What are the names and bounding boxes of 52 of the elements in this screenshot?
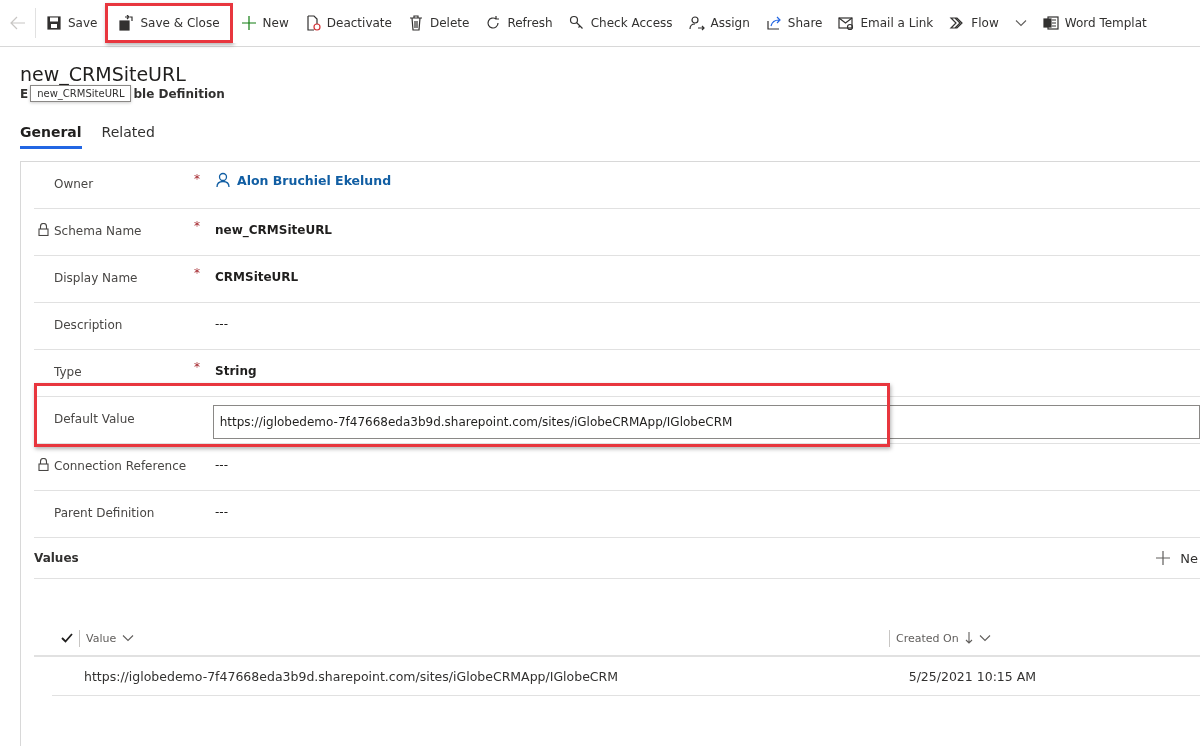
record-subtitle: E xyxy=(20,86,29,101)
required-mark: * xyxy=(194,359,201,374)
field-label: Default Value xyxy=(54,411,136,428)
section-title: Values xyxy=(34,551,79,565)
field-value: CRMSiteURL xyxy=(215,269,299,284)
field-value: --- xyxy=(215,504,228,519)
required-mark: * xyxy=(194,171,201,186)
envelope-link-icon xyxy=(838,15,855,31)
field-value: new_CRMSiteURL xyxy=(215,222,333,237)
field-label: Display Name xyxy=(54,270,139,287)
new-value-button[interactable]: Ne xyxy=(1156,550,1198,566)
field-label: Type xyxy=(54,364,83,381)
owner-link[interactable]: Alon Bruchiel Ekelund xyxy=(215,162,392,188)
table-cell-text: https://iglobedemo-7f47668eda3b9d.sharepoint.com/sites/iGlobeCRMApp/IGlobeCRM xyxy=(83,668,620,684)
required-mark: * xyxy=(194,218,201,233)
column-header[interactable]: Value xyxy=(79,629,889,647)
chevron-down-icon xyxy=(978,634,991,642)
field-label: Parent Definition xyxy=(54,505,156,522)
record-title: new_CRMSiteURL xyxy=(20,63,187,85)
tab[interactable]: General xyxy=(20,124,82,149)
field-value: --- xyxy=(215,457,228,472)
refresh-icon xyxy=(485,15,502,31)
required-mark: * xyxy=(194,265,201,280)
field-label: Schema Name xyxy=(54,223,143,240)
person-icon xyxy=(215,172,231,188)
arrow-left-icon xyxy=(9,16,26,30)
tab[interactable]: Related xyxy=(101,124,155,149)
field-value: String xyxy=(215,363,257,378)
toolbar-button[interactable]: Save & Close xyxy=(105,3,233,43)
field-label: Description xyxy=(54,317,124,334)
share-icon xyxy=(765,15,782,31)
person-arrow-icon xyxy=(688,15,705,31)
column-header[interactable]: Created On xyxy=(889,629,1189,647)
plus-icon xyxy=(240,15,257,31)
field-label: Owner xyxy=(54,176,95,193)
checkmark-icon[interactable] xyxy=(61,633,73,643)
floppy-disk-arrows-icon xyxy=(118,15,135,31)
table-cell-text: 5/25/2021 10:15 AM xyxy=(907,668,1038,684)
default-value-field[interactable]: https://iglobedemo-7f47668eda3b9d.sharepoint.com/sites/iGlobeCRMApp/IGlobeCRM xyxy=(212,405,1200,439)
record-subtitle: ble Definition xyxy=(133,86,225,101)
document-blocked-icon xyxy=(304,15,321,31)
document-w-icon xyxy=(1042,15,1059,31)
key-icon xyxy=(568,15,585,31)
chevron-down-icon xyxy=(122,634,135,642)
field-label: Connection Reference xyxy=(54,458,188,475)
chevron-down-icon xyxy=(1014,19,1027,27)
field-value: --- xyxy=(215,316,228,331)
trash-icon xyxy=(407,15,424,31)
tooltip: new_CRMSiteURL xyxy=(30,85,132,102)
plus-icon xyxy=(1156,551,1171,565)
lock-icon xyxy=(38,223,49,236)
lock-icon xyxy=(38,458,49,471)
